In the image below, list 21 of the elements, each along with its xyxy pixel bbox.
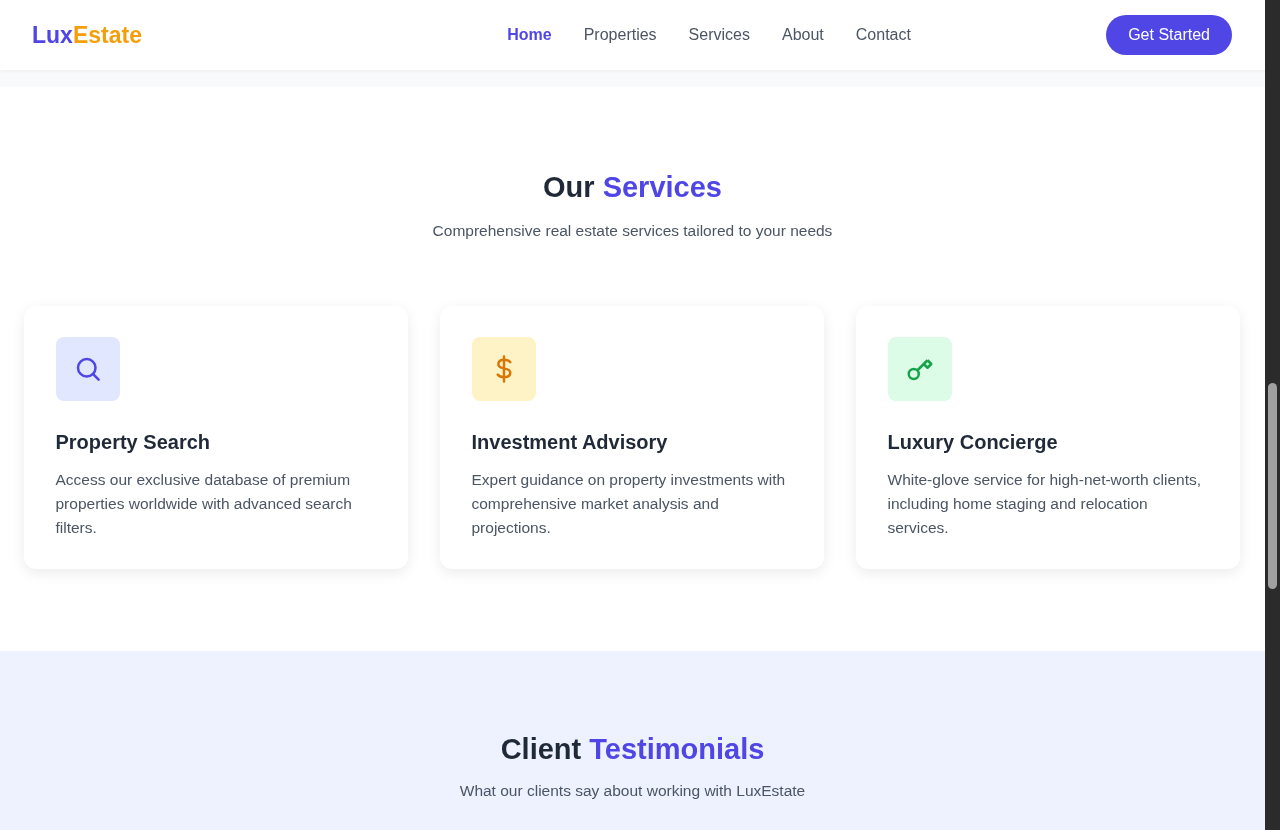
nav-link[interactable]: Home [507, 26, 552, 44]
section-subtitle: What our clients say about working with LuxEstate [459, 782, 806, 800]
card-title: Investment Advisory [471, 431, 669, 454]
get-started-button[interactable]: Get Started [1106, 15, 1232, 55]
card-description: Expert guidance on property investments with comprehensive market analysis and projections. [471, 470, 787, 538]
card-title: Property Search [55, 431, 211, 454]
section-subtitle: Comprehensive real estate services tailored to your needs [432, 222, 833, 240]
search-icon [55, 337, 120, 401]
card-description: Access our exclusive database of premium properties worldwide with advanced search filters. [55, 470, 353, 538]
nav-link[interactable]: Contact [855, 26, 911, 44]
nav-link[interactable]: Services [688, 26, 750, 44]
card-title: Luxury Concierge [887, 431, 1059, 454]
section-title: Client Testimonials [500, 733, 765, 766]
dollar-icon [471, 337, 536, 401]
logo[interactable]: LuxEstate [32, 21, 232, 49]
key-icon [887, 337, 952, 401]
scrollbar-thumb[interactable] [1268, 383, 1277, 589]
card-description: White-glove service for high-net-worth clients, including home staging and relocation services. [887, 470, 1203, 538]
nav-link[interactable]: About [781, 26, 824, 44]
nav-link[interactable]: Properties [583, 26, 657, 44]
section-title: Our Services [543, 171, 722, 204]
